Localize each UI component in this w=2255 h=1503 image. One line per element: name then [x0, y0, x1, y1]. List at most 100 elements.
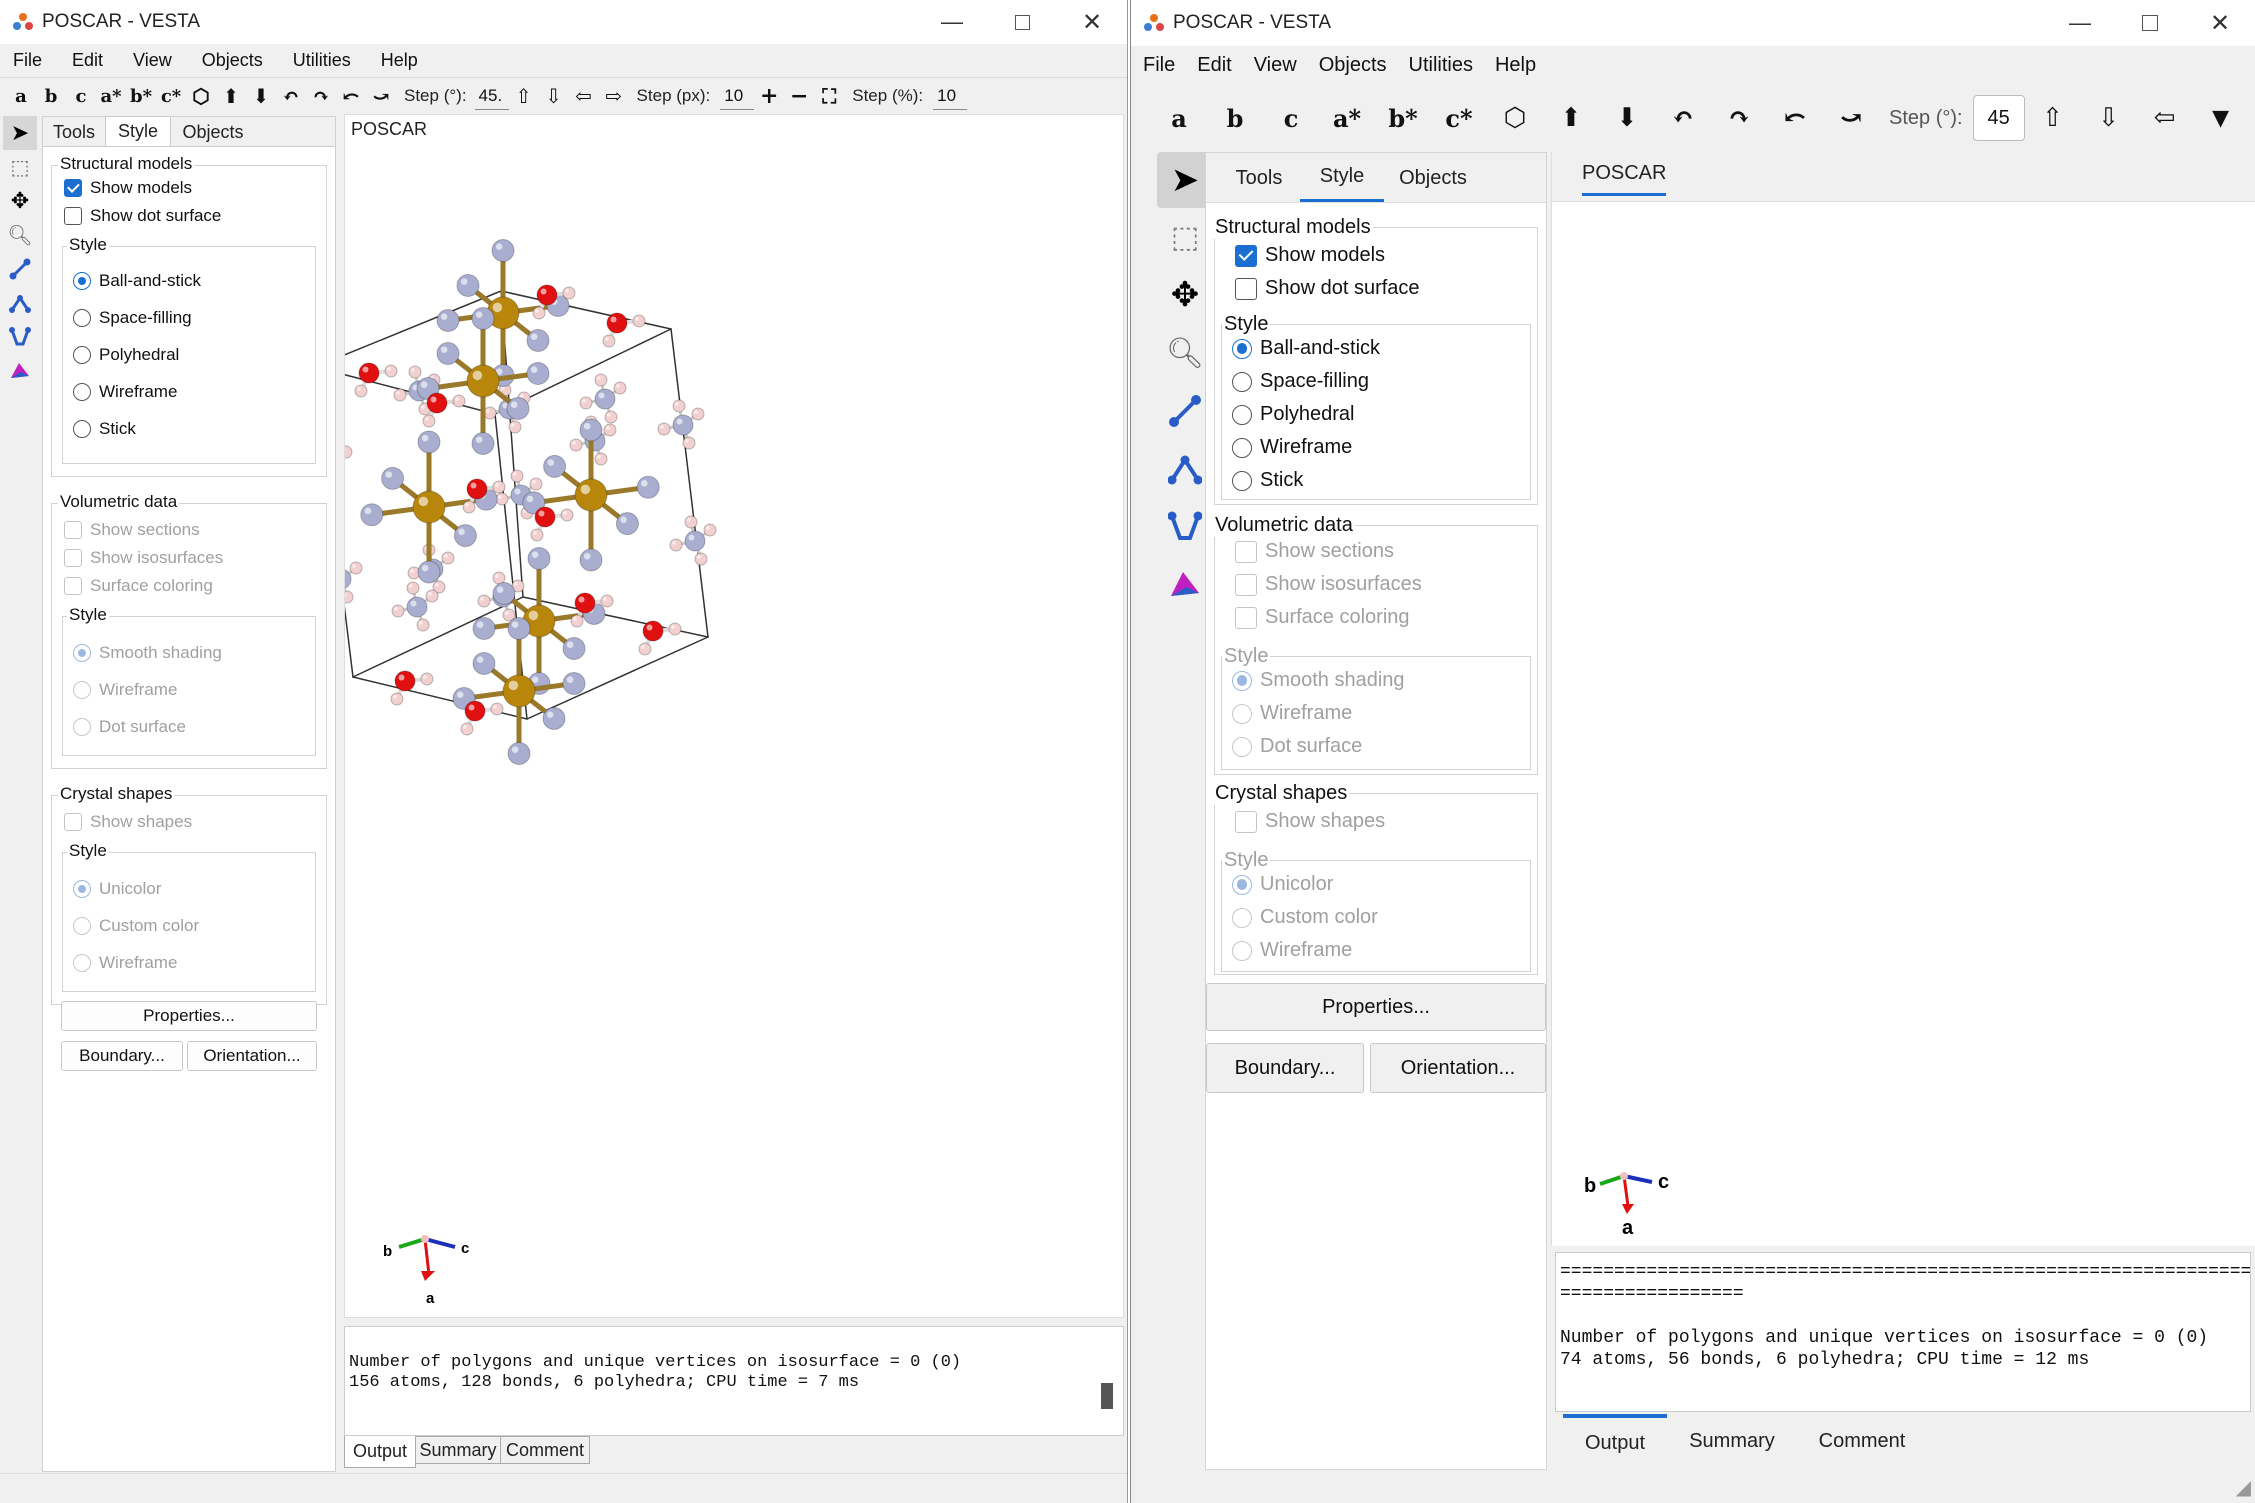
standard-orientation-icon[interactable]: ⬡ — [1487, 103, 1543, 133]
step-pct-input[interactable]: 10 — [933, 82, 968, 110]
rotate-right-icon[interactable]: ↷ — [1711, 103, 1767, 133]
style-stick-radio[interactable]: Stick — [73, 419, 136, 439]
tab-tools[interactable]: Tools — [43, 118, 105, 146]
minimize-button[interactable]: — — [2045, 0, 2115, 46]
menu-edit[interactable]: Edit — [1197, 54, 1231, 77]
move-up-icon[interactable]: ⇧ — [509, 84, 539, 108]
move-down-icon[interactable]: ⇩ — [539, 84, 569, 108]
view-along-c-button[interactable]: c — [1263, 104, 1319, 133]
rotate-up-icon[interactable]: ⬆ — [216, 84, 246, 108]
view-along-c-star-button[interactable]: c* — [1431, 104, 1487, 133]
style-wireframe-radio[interactable]: Wireframe — [73, 382, 177, 402]
style-stick-radio[interactable]: Stick — [1232, 469, 1303, 492]
view-along-c-button[interactable]: c — [66, 86, 96, 107]
move-right-icon[interactable]: ⇨ — [599, 84, 629, 108]
menu-view[interactable]: View — [1254, 54, 1297, 77]
view-along-b-button[interactable]: b — [36, 86, 66, 107]
console-tab-comment[interactable]: Comment — [500, 1436, 590, 1464]
translate-tool-icon[interactable]: ✥ — [3, 184, 37, 218]
view-along-a-star-button[interactable]: a* — [96, 86, 126, 107]
console-scrollbar[interactable] — [1101, 1383, 1113, 1409]
right-structure-viewport[interactable]: POSCAR b c a — [1551, 152, 2255, 1246]
close-button[interactable]: ✕ — [2185, 0, 2255, 46]
custom-color-radio[interactable]: Custom color — [1232, 906, 1378, 929]
zoom-out-icon[interactable]: − — [784, 83, 814, 109]
step-deg-input[interactable]: 45. — [474, 82, 509, 110]
show-shapes-checkbox[interactable]: Show shapes — [1235, 810, 1385, 833]
show-isosurfaces-checkbox[interactable]: Show isosurfaces — [1235, 573, 1422, 596]
plane-tool-icon[interactable] — [3, 354, 37, 388]
show-models-checkbox[interactable]: Show models — [1235, 244, 1385, 267]
menu-file[interactable]: File — [1143, 54, 1175, 77]
rotate-left-icon[interactable]: ↶ — [1655, 103, 1711, 133]
right-title-bar[interactable]: POSCAR - VESTA — ✕ — [1131, 0, 2255, 46]
properties-button[interactable]: Properties... — [1206, 983, 1546, 1031]
menu-objects[interactable]: Objects — [1319, 54, 1387, 77]
magnify-tool-icon[interactable]: 🔍︎ — [3, 218, 37, 252]
show-models-checkbox[interactable]: Show models — [64, 178, 192, 198]
fit-to-screen-icon[interactable]: ⛶ — [814, 84, 844, 108]
maximize-button[interactable] — [987, 0, 1057, 44]
resize-grip-icon[interactable]: ◢ — [2227, 1475, 2251, 1499]
rotate-ccw-icon[interactable]: ⤺ — [1767, 103, 1823, 133]
view-along-b-button[interactable]: b — [1207, 104, 1263, 133]
dot-surface-radio[interactable]: Dot surface — [73, 717, 186, 737]
view-along-b-star-button[interactable]: b* — [126, 86, 156, 107]
properties-button[interactable]: Properties... — [61, 1001, 317, 1031]
left-title-bar[interactable]: POSCAR - VESTA — ✕ — [0, 0, 1127, 44]
rotate-cw-icon[interactable]: ⤻ — [366, 84, 396, 108]
rotate-right-icon[interactable]: ↷ — [306, 84, 336, 108]
menu-utilities[interactable]: Utilities — [1409, 54, 1473, 77]
surface-coloring-checkbox[interactable]: Surface coloring — [64, 576, 213, 596]
zoom-in-icon[interactable]: + — [754, 83, 784, 109]
rotate-up-icon[interactable]: ⬆ — [1543, 103, 1599, 133]
console-tab-output[interactable]: Output — [344, 1436, 416, 1468]
custom-color-radio[interactable]: Custom color — [73, 916, 199, 936]
style-space-filling-radio[interactable]: Space-filling — [1232, 370, 1369, 393]
left-structure-viewport[interactable]: POSCAR b c a — [344, 114, 1124, 1318]
toolbar-overflow-chevron-icon[interactable]: ▼ — [2193, 105, 2249, 131]
smooth-shading-radio[interactable]: Smooth shading — [1232, 669, 1405, 692]
tab-style[interactable]: Style — [105, 116, 171, 146]
rotate-down-icon[interactable]: ⬇ — [1599, 103, 1655, 133]
tab-style[interactable]: Style — [1300, 154, 1384, 202]
boundary-button[interactable]: Boundary... — [1206, 1043, 1364, 1093]
orientation-button[interactable]: Orientation... — [187, 1041, 317, 1071]
console-tab-output[interactable]: Output — [1563, 1414, 1667, 1468]
surface-coloring-checkbox[interactable]: Surface coloring — [1235, 606, 1410, 629]
rotate-ccw-icon[interactable]: ⤺ — [336, 84, 366, 108]
standard-orientation-icon[interactable]: ⬡ — [186, 84, 216, 108]
style-polyhedral-radio[interactable]: Polyhedral — [1232, 403, 1355, 426]
menu-utilities[interactable]: Utilities — [293, 50, 351, 71]
angle-tool-icon[interactable] — [3, 286, 37, 320]
minimize-button[interactable]: — — [917, 0, 987, 44]
move-up-icon[interactable]: ⇧ — [2025, 103, 2081, 133]
tab-objects[interactable]: Objects — [171, 118, 255, 146]
menu-edit[interactable]: Edit — [72, 50, 103, 71]
unicolor-radio[interactable]: Unicolor — [73, 879, 161, 899]
view-along-b-star-button[interactable]: b* — [1375, 104, 1431, 133]
distance-tool-icon[interactable] — [3, 252, 37, 286]
menu-view[interactable]: View — [133, 50, 172, 71]
move-left-icon[interactable]: ⇦ — [569, 84, 599, 108]
style-polyhedral-radio[interactable]: Polyhedral — [73, 345, 179, 365]
rotate-cw-icon[interactable]: ⤻ — [1823, 103, 1879, 133]
move-down-icon[interactable]: ⇩ — [2081, 103, 2137, 133]
view-along-a-button[interactable]: a — [6, 86, 36, 107]
style-ball-and-stick-radio[interactable]: Ball-and-stick — [1232, 337, 1380, 360]
dot-surface-radio[interactable]: Dot surface — [1232, 735, 1362, 758]
show-dot-surface-checkbox[interactable]: Show dot surface — [1235, 277, 1420, 300]
menu-help[interactable]: Help — [1495, 54, 1536, 77]
select-tool-icon[interactable]: ➤ — [3, 116, 37, 150]
show-sections-checkbox[interactable]: Show sections — [64, 520, 200, 540]
close-button[interactable]: ✕ — [1057, 0, 1127, 44]
style-space-filling-radio[interactable]: Space-filling — [73, 308, 192, 328]
volumetric-wireframe-radio[interactable]: Wireframe — [73, 680, 177, 700]
rotate-left-icon[interactable]: ↶ — [276, 84, 306, 108]
volumetric-wireframe-radio[interactable]: Wireframe — [1232, 702, 1352, 725]
view-along-c-star-button[interactable]: c* — [156, 86, 186, 107]
smooth-shading-radio[interactable]: Smooth shading — [73, 643, 222, 663]
view-along-a-star-button[interactable]: a* — [1319, 104, 1375, 133]
crystal-wireframe-radio[interactable]: Wireframe — [73, 953, 177, 973]
style-wireframe-radio[interactable]: Wireframe — [1232, 436, 1352, 459]
